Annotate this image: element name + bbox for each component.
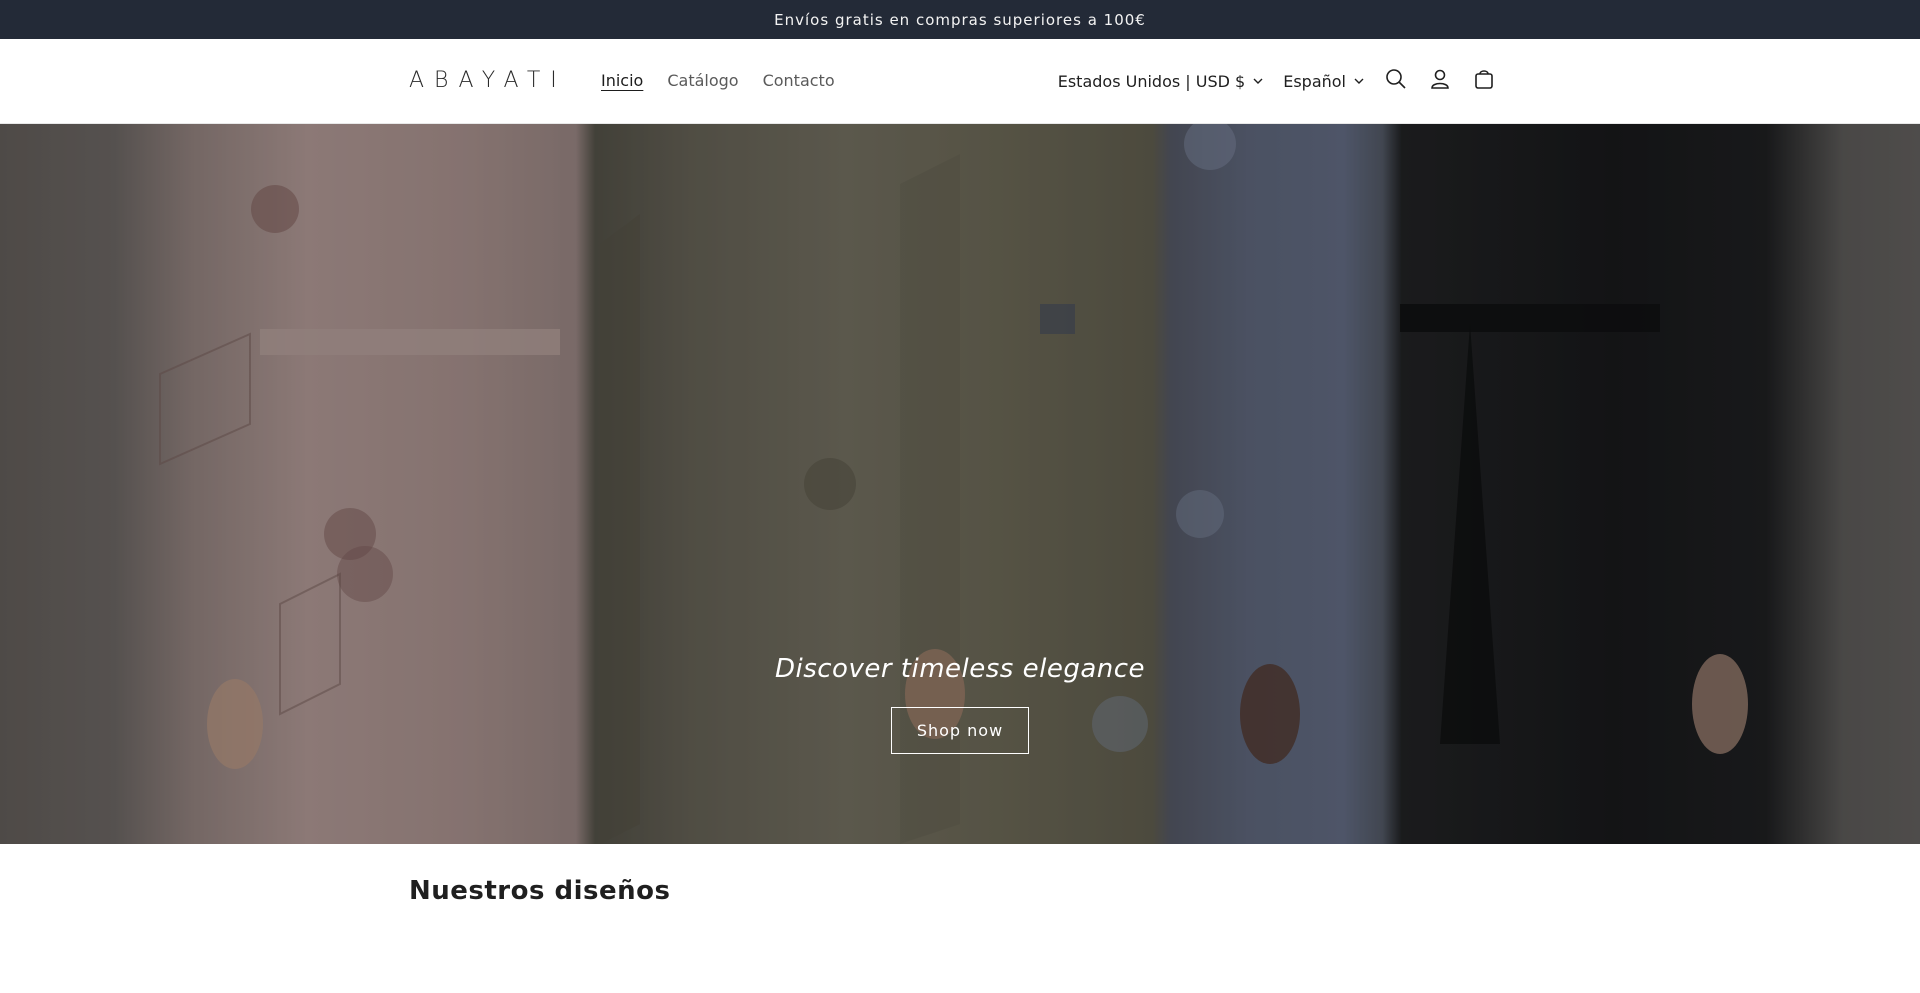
hero-title: Discover timeless elegance [774,654,1146,684]
main-nav: Inicio Catálogo Contacto [601,67,859,95]
site-header: ABAYATI Inicio Catálogo Contacto Estados… [0,39,1920,124]
search-button[interactable] [1374,59,1418,103]
section-title: Nuestros diseños [409,876,671,906]
cart-button[interactable] [1462,59,1506,103]
language-selector[interactable]: Español [1273,61,1374,101]
chevron-down-icon [1253,78,1263,84]
account-icon [1429,68,1451,94]
hero-banner: Discover timeless elegance Shop now [0,124,1920,844]
nav-item-inicio[interactable]: Inicio [601,67,643,95]
announcement-bar: Envíos gratis en compras superiores a 10… [0,0,1920,39]
shop-now-button[interactable]: Shop now [891,707,1029,754]
site-logo[interactable]: ABAYATI [409,67,567,95]
nav-item-contacto[interactable]: Contacto [763,67,835,95]
account-button[interactable] [1418,59,1462,103]
search-icon [1385,68,1407,94]
announcement-text: Envíos gratis en compras superiores a 10… [774,10,1146,29]
cart-icon [1473,68,1495,94]
country-selector[interactable]: Estados Unidos | USD $ [1048,61,1273,101]
header-actions: Estados Unidos | USD $ Español [1048,61,1506,101]
nav-item-catalogo[interactable]: Catálogo [667,67,738,95]
language-selector-label: Español [1283,71,1346,91]
chevron-down-icon [1354,78,1364,84]
country-selector-label: Estados Unidos | USD $ [1057,71,1246,91]
